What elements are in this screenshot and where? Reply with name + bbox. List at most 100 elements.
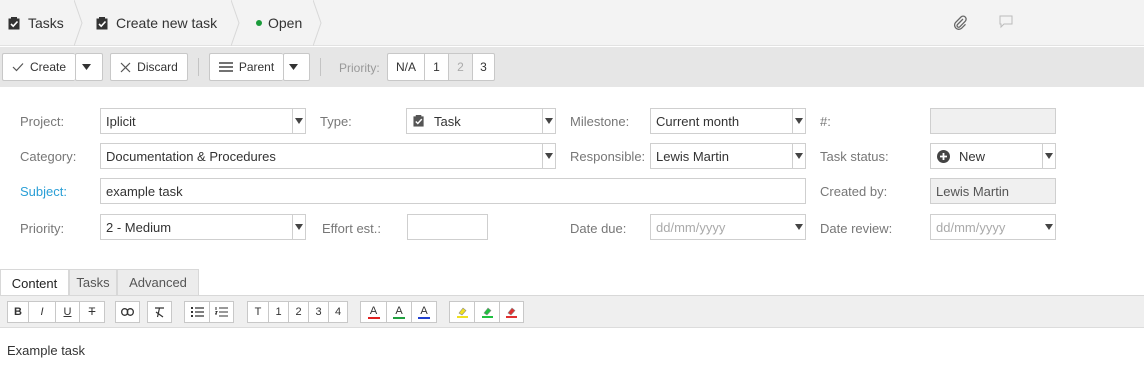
created-by-label: Created by: (820, 184, 888, 199)
comment-icon[interactable] (999, 15, 1013, 29)
text-color-red-button[interactable]: A (360, 301, 386, 323)
chevron-down-icon (792, 215, 805, 239)
priority-1-button[interactable]: 1 (424, 53, 448, 81)
tab-tasks-label: Tasks (76, 275, 110, 290)
milestone-select[interactable]: Current month (650, 108, 806, 134)
priority-na-button[interactable]: N/A (387, 53, 424, 81)
type-select[interactable]: Task (406, 108, 556, 134)
text-color-blue-button[interactable]: A (411, 301, 437, 323)
effort-label: Effort est.: (322, 221, 382, 236)
text-color-glyph: A (420, 304, 428, 317)
toolbar-divider (320, 58, 321, 76)
milestone-label: Milestone: (570, 114, 630, 129)
chevron-down-icon (542, 109, 555, 133)
strikethrough-button[interactable]: T (79, 301, 105, 323)
breadcrumb-status[interactable]: Open (256, 0, 302, 46)
highlight-red-button[interactable] (499, 301, 524, 323)
toolbar: Create Discard Parent Priority: N/A 1 2 … (0, 47, 1144, 87)
parent-button[interactable]: Parent (209, 53, 283, 81)
priority-3-button[interactable]: 3 (472, 53, 495, 81)
task-status-select[interactable]: New (930, 143, 1056, 169)
link-icon (121, 308, 134, 316)
number-label: #: (820, 114, 831, 129)
heading-3-glyph: 3 (315, 306, 322, 318)
highlight-yellow-button[interactable] (449, 301, 474, 323)
breadcrumb-create-new-task[interactable]: Create new task (96, 0, 217, 46)
clear-format-button[interactable] (147, 301, 172, 323)
milestone-value: Current month (656, 113, 740, 129)
parent-dropdown-button[interactable] (283, 53, 310, 81)
text-color-red-swatch (367, 316, 380, 319)
chevron-down-icon (292, 109, 305, 133)
date-due-label: Date due: (570, 221, 627, 236)
italic-button[interactable]: I (28, 301, 55, 323)
created-by-value: Lewis Martin (936, 183, 1009, 199)
number-field (930, 108, 1056, 134)
subject-input[interactable]: example task (100, 178, 806, 204)
menu-lines-icon (218, 62, 233, 72)
highlighter-icon (481, 307, 493, 318)
bullet-list-icon (190, 307, 204, 317)
paperclip-icon[interactable] (952, 14, 968, 30)
bold-button[interactable]: B (7, 301, 28, 323)
status-dot-icon (256, 20, 262, 26)
date-review-input[interactable]: dd/mm/yyyy (930, 214, 1056, 240)
heading-1-glyph: 1 (275, 306, 282, 318)
underline-button[interactable]: U (55, 301, 79, 323)
checkbox-task-icon (413, 115, 424, 127)
priority-2-button[interactable]: 2 (448, 53, 472, 81)
text-color-green-button[interactable]: A (386, 301, 411, 323)
numbered-list-button[interactable] (209, 301, 234, 323)
create-button[interactable]: Create (2, 53, 75, 81)
highlighter-icon (456, 307, 468, 318)
bullet-list-button[interactable] (184, 301, 209, 323)
breadcrumb-tasks[interactable]: Tasks (8, 0, 64, 46)
heading-3-button[interactable]: 3 (308, 301, 328, 323)
editor-content-area[interactable]: Example task (0, 329, 1144, 376)
project-select[interactable]: Iplicit (100, 108, 306, 134)
text-color-glyph: A (369, 304, 378, 317)
breadcrumb-separator (74, 0, 83, 46)
subject-label[interactable]: Subject: (20, 184, 67, 200)
project-value: Iplicit (106, 113, 136, 129)
underline-glyph: U (63, 306, 72, 318)
tab-advanced-label: Advanced (129, 275, 187, 290)
italic-glyph: I (40, 306, 44, 318)
effort-input[interactable] (407, 214, 488, 240)
chevron-down-icon (542, 144, 555, 168)
heading-2-button[interactable]: 2 (288, 301, 308, 323)
priority-label: Priority: (20, 221, 65, 236)
tab-tasks[interactable]: Tasks (69, 269, 117, 295)
text-color-green-swatch (393, 316, 405, 319)
discard-button[interactable]: Discard (110, 53, 188, 81)
priority-na-label: N/A (395, 60, 416, 74)
priority-select[interactable]: 2 - Medium (100, 214, 306, 240)
toolbar-divider (198, 58, 199, 76)
priority-3-label: 3 (480, 60, 487, 74)
heading-1-button[interactable]: 1 (268, 301, 288, 323)
chevron-down-icon (1042, 144, 1055, 168)
tab-advanced[interactable]: Advanced (117, 269, 199, 295)
heading-4-button[interactable]: 4 (328, 301, 348, 323)
chevron-down-icon (292, 215, 305, 239)
tab-content[interactable]: Content (0, 269, 69, 296)
text-color-blue-swatch (418, 316, 430, 319)
category-select[interactable]: Documentation & Procedures (100, 143, 556, 169)
highlight-green-button[interactable] (474, 301, 499, 323)
priority-1-label: 1 (433, 60, 440, 74)
highlighter-icon (506, 307, 517, 318)
priority-value: 2 - Medium (106, 219, 172, 235)
discard-button-label: Discard (137, 60, 178, 74)
create-dropdown-button[interactable] (75, 53, 103, 81)
date-due-input[interactable]: dd/mm/yyyy (650, 214, 806, 240)
toolbar-priority-label: Priority: (339, 61, 380, 75)
heading-normal-glyph: T (254, 306, 262, 318)
editor-toolbar: B I U T T 1 2 3 4 A A A (0, 295, 1144, 328)
heading-normal-button[interactable]: T (247, 301, 268, 323)
category-label: Category: (20, 149, 77, 164)
link-button[interactable] (115, 301, 140, 323)
priority-2-label: 2 (457, 60, 464, 74)
responsible-select[interactable]: Lewis Martin (650, 143, 806, 169)
category-value: Documentation & Procedures (106, 148, 276, 164)
breadcrumb-tasks-label: Tasks (28, 15, 64, 31)
